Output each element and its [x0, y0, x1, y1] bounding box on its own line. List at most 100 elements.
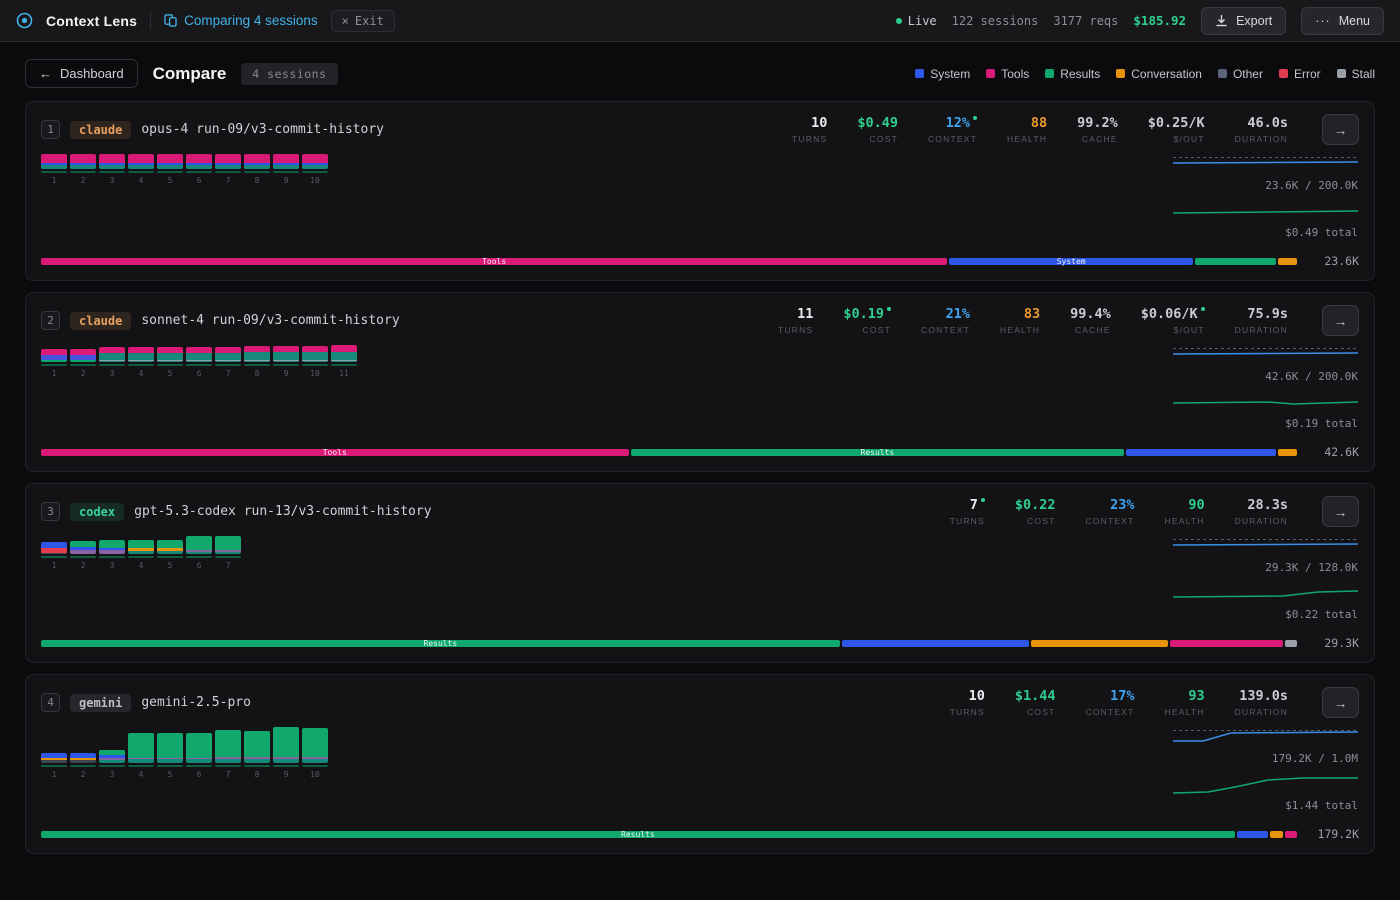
teal-segment [70, 165, 96, 169]
back-to-dashboard-button[interactable]: ← Dashboard [25, 59, 138, 88]
legend-item-system[interactable]: System [915, 67, 970, 81]
session-footer: ToolsResults 42.6K [41, 445, 1359, 459]
turn-number: 4 [128, 561, 154, 570]
cost-sparkline [1173, 591, 1358, 597]
turn-baseline [215, 556, 241, 558]
turn-baseline [70, 364, 96, 366]
stat-value: 75.9s [1247, 307, 1288, 321]
tools-segment [128, 154, 154, 163]
teal-segment [128, 165, 154, 169]
token-distribution-bar: ToolsSystem [41, 258, 1297, 265]
teal-segment [128, 551, 154, 554]
segment-label: Tools [41, 257, 947, 266]
ellipsis-icon: ··· [1315, 14, 1331, 28]
turn-bar: 3 [99, 347, 125, 378]
turn-bar-stack [273, 346, 299, 362]
turn-bar-stack [70, 349, 96, 362]
stat-out: $0.06/K$/OUT [1141, 307, 1205, 335]
results-segment [99, 540, 125, 548]
open-session-button[interactable]: → [1322, 305, 1359, 336]
dark-segment [41, 553, 67, 554]
turn-number: 2 [70, 369, 96, 378]
turn-bar-stack [41, 753, 67, 763]
top-bar: Context Lens Comparing 4 sessions × Exit… [0, 0, 1400, 42]
turn-bar-stack [215, 347, 241, 362]
stat-cache: 99.2% CACHE [1077, 116, 1118, 144]
turn-number: 6 [186, 369, 212, 378]
teal-segment [128, 353, 154, 360]
legend-item-conversation[interactable]: Conversation [1116, 67, 1202, 81]
export-label: Export [1236, 14, 1272, 28]
session-footer: ToolsSystem 23.6K [41, 254, 1359, 268]
arrow-right-icon: → [1334, 504, 1348, 520]
tools-segment [157, 154, 183, 163]
purple-segment [99, 550, 125, 554]
exit-button[interactable]: × Exit [331, 10, 395, 32]
conversation-swatch [1116, 69, 1125, 78]
tools-total-segment: Tools [41, 449, 629, 456]
legend-item-stall[interactable]: Stall [1337, 67, 1375, 81]
turn-bar: 1 [41, 154, 67, 185]
turn-baseline [186, 765, 212, 767]
turn-bar: 5 [157, 733, 183, 779]
dark-segment [41, 760, 67, 764]
legend-label: Other [1233, 67, 1263, 81]
open-session-button[interactable]: → [1322, 687, 1359, 718]
session-index-badge: 3 [41, 502, 60, 521]
turn-baseline [244, 171, 270, 173]
segment-label: Results [41, 830, 1235, 839]
legend-item-results[interactable]: Results [1045, 67, 1100, 81]
turn-baseline [331, 364, 357, 366]
stat-label: TURNS [950, 516, 985, 526]
app-title: Context Lens [46, 13, 137, 29]
dark-segment [70, 760, 96, 764]
open-session-button[interactable]: → [1322, 496, 1359, 527]
header-divider [150, 12, 151, 30]
stat-turns: 7TURNS [950, 498, 985, 526]
turn-number: 5 [157, 369, 183, 378]
turn-baseline [128, 171, 154, 173]
comparing-sessions-link[interactable]: Comparing 4 sessions [164, 13, 318, 28]
turn-bars-chart: 12345678910 [41, 727, 328, 779]
turn-bar-stack [99, 154, 125, 169]
stat-value: 10 [811, 116, 827, 130]
stat-label: CACHE [1082, 134, 1118, 144]
stat-label: DURATION [1235, 516, 1288, 526]
turn-bar-stack [302, 154, 328, 169]
teal-segment [157, 165, 183, 169]
legend-item-other[interactable]: Other [1218, 67, 1263, 81]
context-spark: 42.6K / 200.0K [1173, 345, 1359, 392]
turn-number: 9 [273, 369, 299, 378]
stat-label: HEALTH [1165, 516, 1205, 526]
turn-bar-stack [244, 154, 270, 169]
stat-value: 21% [946, 307, 970, 321]
compare-columns-icon [164, 14, 177, 27]
sparklines: 42.6K / 200.0K $0.19 total [1173, 345, 1359, 439]
open-session-button[interactable]: → [1322, 114, 1359, 145]
turn-number: 5 [157, 561, 183, 570]
legend-item-error[interactable]: Error [1279, 67, 1321, 81]
tools-segment [331, 345, 357, 352]
teal-segment [99, 361, 125, 362]
turn-bar-stack [157, 733, 183, 763]
legend-item-tools[interactable]: Tools [986, 67, 1029, 81]
close-icon: × [342, 14, 349, 28]
turn-baseline [186, 364, 212, 366]
results-segment [157, 733, 183, 758]
export-button[interactable]: Export [1201, 7, 1286, 35]
session-body: 12345678910 179.2K / 1.0M $1.44 total [41, 727, 1359, 819]
segment-label: Results [41, 639, 840, 648]
turn-bar-stack [128, 154, 154, 169]
turn-bar-stack [186, 536, 212, 554]
session-card: 1 claude opus-4 run-09/v3-commit-history… [25, 101, 1375, 281]
turn-bar: 10 [302, 346, 328, 378]
turn-baseline [302, 364, 328, 366]
provider-badge: claude [70, 312, 131, 330]
menu-button[interactable]: ··· Menu [1301, 7, 1384, 35]
turn-bar-stack [41, 154, 67, 169]
legend-label: Error [1294, 67, 1321, 81]
turn-number: 10 [302, 176, 328, 185]
turn-number: 7 [215, 561, 241, 570]
stat-value: 99.2% [1077, 116, 1118, 130]
turn-bar: 4 [128, 347, 154, 378]
